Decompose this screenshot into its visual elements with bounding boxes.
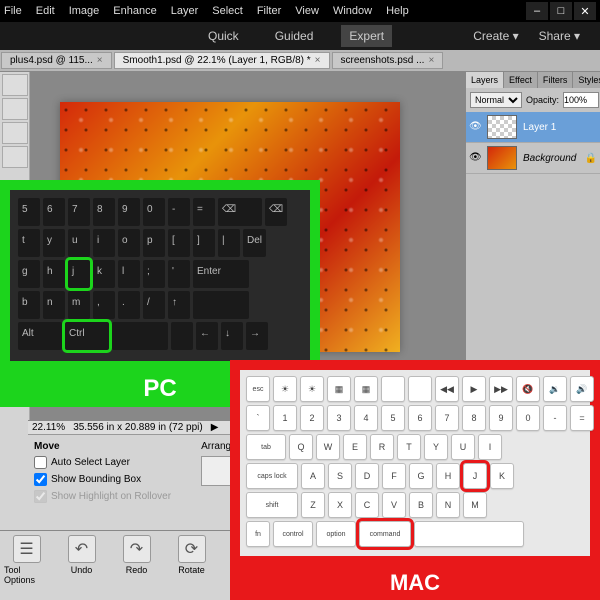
zoom-level[interactable]: 22.11% [32, 422, 65, 433]
tab[interactable]: Smooth1.psd @ 22.1% (Layer 1, RGB/8) *× [114, 52, 330, 69]
doc-dims: 35.556 in x 20.889 in (72 ppi) [73, 422, 203, 433]
command-key-highlight: command [359, 521, 411, 547]
arrow-icon[interactable]: ▶ [211, 422, 219, 433]
auto-select-checkbox[interactable] [34, 456, 47, 469]
tab-styles[interactable]: Styles [573, 72, 600, 88]
tab-filters[interactable]: Filters [538, 72, 574, 88]
layer-thumb [487, 115, 517, 139]
maximize-icon[interactable]: □ [550, 2, 572, 20]
ctrl-key-highlight: Ctrl [65, 322, 109, 350]
close-icon[interactable]: × [97, 55, 103, 66]
mac-label: MAC [230, 566, 600, 600]
layer-row[interactable]: 👁 Layer 1 [466, 112, 600, 143]
mac-keyboard-illustration: esc☀☀▦▦◀◀▶▶▶🔇🔉🔊 `1234567890-= tabQWERTYU… [230, 360, 600, 600]
layer-row[interactable]: 👁 Background 🔒 [466, 143, 600, 174]
menubar: File Edit Image Enhance Layer Select Fil… [4, 5, 409, 17]
j-key-highlight: J [463, 463, 487, 489]
visibility-icon[interactable]: 👁 [469, 152, 481, 164]
share-menu[interactable]: Share ▾ [539, 29, 580, 43]
blend-mode-select[interactable]: Normal [470, 92, 522, 108]
arrange-icon[interactable] [201, 456, 231, 486]
undo-button[interactable]: ↶Undo [59, 535, 104, 596]
rotate-button[interactable]: ⟳Rotate [169, 535, 214, 596]
close-icon[interactable]: × [315, 55, 321, 66]
rollover-checkbox [34, 490, 47, 503]
mode-guided[interactable]: Guided [267, 25, 322, 47]
close-icon[interactable]: ✕ [574, 2, 596, 20]
close-icon[interactable]: × [428, 55, 434, 66]
tool[interactable] [2, 98, 28, 120]
create-menu[interactable]: Create ▾ [473, 29, 518, 43]
opacity-input[interactable] [563, 92, 599, 108]
bounding-box-checkbox[interactable] [34, 473, 47, 486]
mode-quick[interactable]: Quick [200, 25, 247, 47]
minimize-icon[interactable]: – [526, 2, 548, 20]
lock-icon: 🔒 [585, 153, 597, 164]
tool[interactable] [2, 122, 28, 144]
tab-layers[interactable]: Layers [466, 72, 504, 88]
tool[interactable] [2, 146, 28, 168]
tab[interactable]: plus4.psd @ 115...× [1, 52, 112, 69]
mode-expert[interactable]: Expert [341, 25, 392, 47]
tool-options-button[interactable]: ☰Tool Options [4, 535, 49, 596]
layer-thumb [487, 146, 517, 170]
tab[interactable]: screenshots.psd ...× [332, 52, 444, 69]
visibility-icon[interactable]: 👁 [469, 121, 481, 133]
tool[interactable] [2, 74, 28, 96]
document-tabs: plus4.psd @ 115...× Smooth1.psd @ 22.1% … [0, 50, 600, 72]
j-key-highlight: j [68, 260, 90, 288]
tab-effects[interactable]: Effect [504, 72, 538, 88]
redo-button[interactable]: ↷Redo [114, 535, 159, 596]
